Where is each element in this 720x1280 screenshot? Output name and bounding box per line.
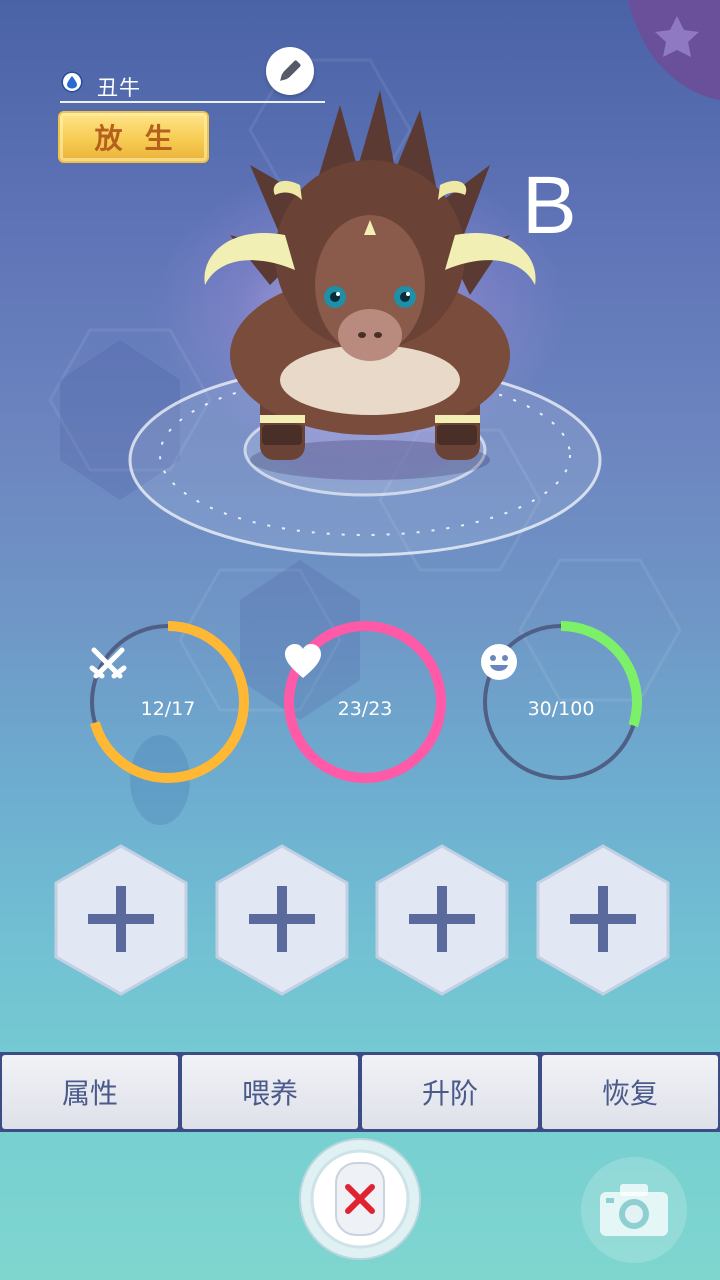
stat-value: 23/23 xyxy=(337,698,393,720)
stat-attack: 12/17 xyxy=(86,620,250,784)
add-slot-2[interactable] xyxy=(214,843,350,997)
tab-feed[interactable]: 喂养 xyxy=(182,1055,358,1129)
tab-attributes[interactable]: 属性 xyxy=(2,1055,178,1129)
tab-upgrade[interactable]: 升阶 xyxy=(362,1055,538,1129)
add-slot-3[interactable] xyxy=(374,843,510,997)
camera-icon xyxy=(600,1184,668,1236)
camera-button[interactable] xyxy=(581,1157,687,1263)
pencil-icon xyxy=(280,60,301,81)
grade-label: B xyxy=(522,160,577,251)
release-button[interactable]: 放生 xyxy=(58,111,209,163)
favorite-button[interactable] xyxy=(598,0,720,100)
stat-value: 12/17 xyxy=(140,698,196,720)
water-element-icon xyxy=(61,71,83,93)
add-slot-1[interactable] xyxy=(53,843,189,997)
tab-recover[interactable]: 恢复 xyxy=(542,1055,718,1129)
name-underline xyxy=(60,101,325,103)
close-button[interactable] xyxy=(298,1137,422,1261)
pet-creature-ox[interactable] xyxy=(190,85,550,485)
tab-bar: 属性 喂养 升阶 恢复 xyxy=(0,1052,720,1132)
pet-name: 丑牛 xyxy=(97,76,141,100)
rename-button[interactable] xyxy=(266,47,314,95)
stat-health: 23/23 xyxy=(283,620,447,784)
stat-value: 30/100 xyxy=(527,698,595,720)
add-slot-4[interactable] xyxy=(535,843,671,997)
stat-mood: 30/100 xyxy=(479,620,643,784)
